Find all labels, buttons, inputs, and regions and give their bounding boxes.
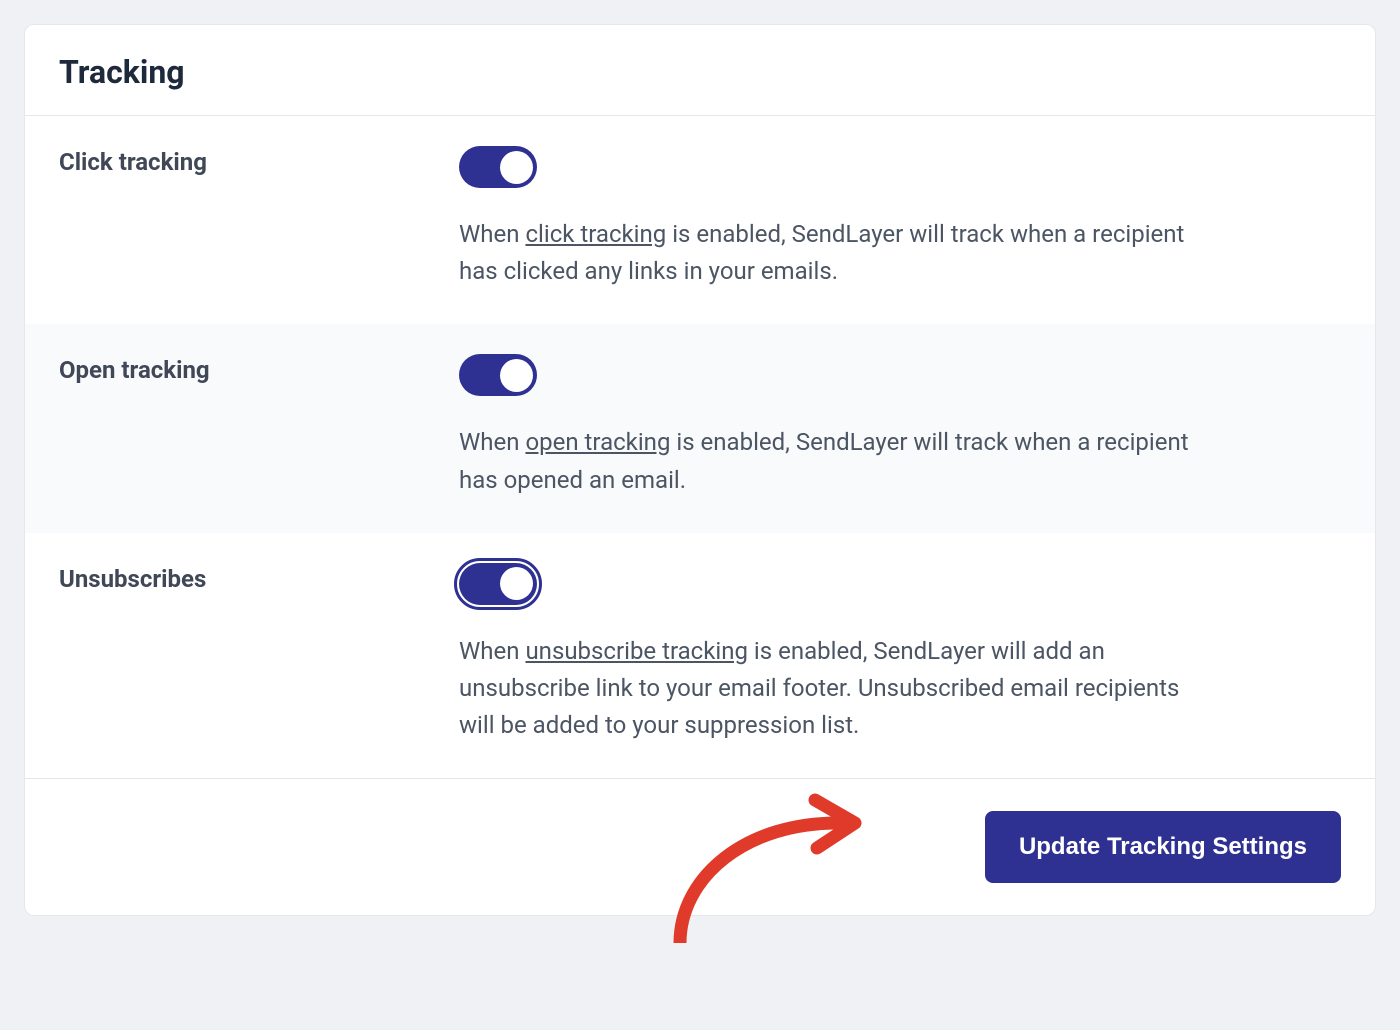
label-click-tracking: Click tracking bbox=[59, 146, 459, 176]
card-footer: Update Tracking Settings bbox=[25, 778, 1375, 915]
toggle-knob bbox=[500, 567, 533, 600]
setting-row-unsubscribes: Unsubscribes When unsubscribe tracking i… bbox=[25, 533, 1375, 779]
annotation-arrow-icon bbox=[645, 783, 885, 943]
tracking-settings-card: Tracking Click tracking When click track… bbox=[24, 24, 1376, 916]
toggle-unsubscribes[interactable] bbox=[459, 563, 537, 605]
card-title: Tracking bbox=[59, 53, 1341, 91]
setting-row-click-tracking: Click tracking When click tracking is en… bbox=[25, 116, 1375, 324]
desc-text: When bbox=[459, 428, 525, 456]
control-unsubscribes: When unsubscribe tracking is enabled, Se… bbox=[459, 563, 1341, 745]
label-open-tracking: Open tracking bbox=[59, 354, 459, 384]
toggle-knob bbox=[500, 151, 533, 184]
desc-click-tracking: When click tracking is enabled, SendLaye… bbox=[459, 216, 1199, 290]
desc-unsubscribes: When unsubscribe tracking is enabled, Se… bbox=[459, 633, 1199, 745]
desc-open-tracking: When open tracking is enabled, SendLayer… bbox=[459, 424, 1199, 498]
update-tracking-settings-button[interactable]: Update Tracking Settings bbox=[985, 811, 1341, 883]
desc-text: When bbox=[459, 637, 525, 665]
setting-row-open-tracking: Open tracking When open tracking is enab… bbox=[25, 324, 1375, 532]
toggle-knob bbox=[500, 359, 533, 392]
link-unsubscribe-tracking[interactable]: unsubscribe tracking bbox=[525, 637, 748, 665]
link-open-tracking[interactable]: open tracking bbox=[525, 428, 670, 456]
control-open-tracking: When open tracking is enabled, SendLayer… bbox=[459, 354, 1341, 498]
toggle-open-tracking[interactable] bbox=[459, 354, 537, 396]
desc-text: When bbox=[459, 220, 525, 248]
label-unsubscribes: Unsubscribes bbox=[59, 563, 459, 593]
card-header: Tracking bbox=[25, 25, 1375, 116]
link-click-tracking[interactable]: click tracking bbox=[525, 220, 666, 248]
control-click-tracking: When click tracking is enabled, SendLaye… bbox=[459, 146, 1341, 290]
toggle-click-tracking[interactable] bbox=[459, 146, 537, 188]
